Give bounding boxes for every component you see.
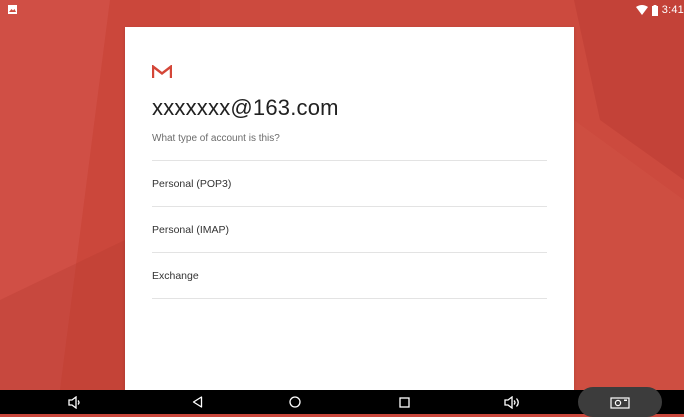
volume-up-icon xyxy=(503,395,519,409)
divider xyxy=(152,298,547,299)
wifi-icon xyxy=(635,5,648,15)
back-button[interactable] xyxy=(180,390,214,414)
status-time: 3:41 xyxy=(661,4,684,16)
volume-down-button[interactable] xyxy=(58,390,92,414)
option-personal-imap[interactable]: Personal (IMAP) xyxy=(152,207,547,252)
home-icon xyxy=(289,396,301,408)
option-personal-pop3[interactable]: Personal (POP3) xyxy=(152,161,547,206)
back-icon xyxy=(192,396,202,408)
battery-icon xyxy=(651,4,658,16)
account-type-card: xxxxxxx@163.com What type of account is … xyxy=(125,27,574,390)
image-notification-icon xyxy=(8,5,17,14)
volume-down-icon xyxy=(68,395,80,409)
recents-icon xyxy=(398,396,410,408)
volume-up-button[interactable] xyxy=(495,390,529,414)
account-type-prompt: What type of account is this? xyxy=(152,133,280,144)
gmail-logo xyxy=(152,65,172,78)
recents-button[interactable] xyxy=(387,390,421,414)
home-button[interactable] xyxy=(278,390,312,414)
screenshot-icon xyxy=(610,396,630,409)
screenshot-button[interactable] xyxy=(578,387,662,417)
account-email: xxxxxxx@163.com xyxy=(152,95,339,120)
status-bar: 3:41 xyxy=(0,0,684,20)
option-exchange[interactable]: Exchange xyxy=(152,253,547,298)
status-icons: 3:41 xyxy=(635,3,684,17)
